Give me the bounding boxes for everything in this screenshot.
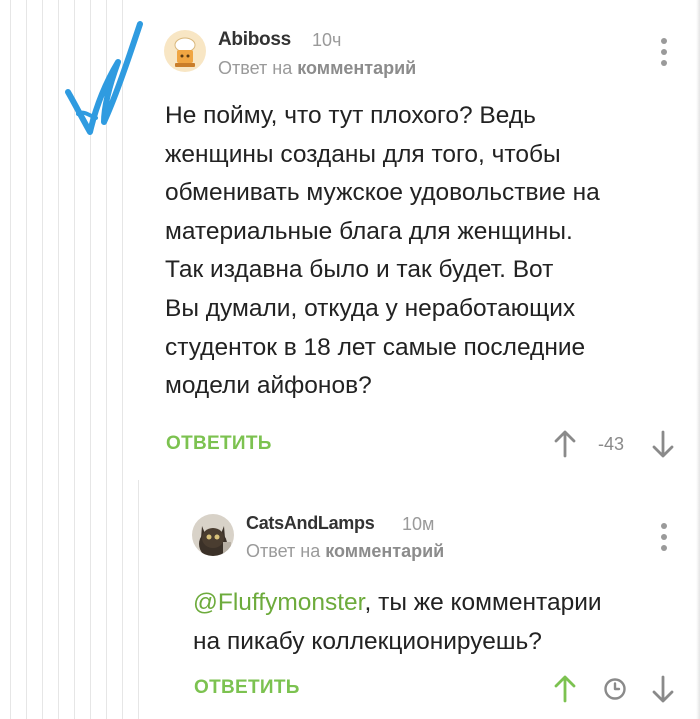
comment-line: материальные блага для женщины. (165, 217, 573, 245)
comment-text: , ты же комментарии (364, 589, 602, 616)
more-vertical-icon[interactable] (660, 523, 668, 551)
comment-line: Не пойму, что тут плохого? Ведь (165, 102, 536, 129)
comment-author[interactable]: CatsAndLamps (246, 513, 375, 534)
comment-reply: CatsAndLamps 10м Ответ на комментарий @F… (0, 480, 700, 719)
user-mention-link[interactable]: @Fluffymonster (193, 589, 364, 616)
comment-line: @Fluffymonster, ты же комментарии (193, 584, 602, 623)
reply-to-line[interactable]: Ответ на комментарий (218, 58, 416, 79)
reply-to-line[interactable]: Ответ на комментарий (246, 541, 444, 562)
arrow-up-icon[interactable] (553, 675, 577, 703)
more-vertical-icon[interactable] (660, 38, 668, 66)
arrow-up-icon[interactable] (553, 430, 577, 458)
comment-rating: -43 (598, 434, 625, 454)
comment-timestamp: 10м (402, 514, 435, 534)
comment-line: обменивать мужское удовольствие на (165, 179, 600, 207)
avatar[interactable] (192, 514, 234, 556)
comment-timestamp: 10ч (312, 30, 342, 50)
comment-line: модели айфонов? (165, 372, 372, 400)
reply-to-link[interactable]: комментарий (297, 58, 416, 78)
comment-line: Так издавна было и так будет. Вот (165, 256, 554, 284)
reply-button[interactable]: ОТВЕТИТЬ (194, 677, 300, 699)
comment-author[interactable]: Abiboss (218, 29, 291, 51)
reply-to-prefix: Ответ на (218, 58, 293, 78)
avatar[interactable] (164, 30, 206, 72)
reply-to-prefix: Ответ на (246, 541, 321, 561)
arrow-down-icon[interactable] (651, 675, 675, 703)
comment-body: Не пойму, что тут плохого? Ведь женщины … (165, 97, 600, 406)
arrow-down-icon[interactable] (651, 430, 675, 458)
comment-line: студенток в 18 лет самые последние (165, 333, 586, 361)
comment-line: Вы думали, откуда у неработающих (165, 294, 576, 322)
reply-to-link[interactable]: комментарий (325, 541, 444, 561)
comment: Abiboss 10ч Ответ на комментарий Не пойм… (0, 0, 700, 480)
clock-icon (604, 678, 626, 700)
reply-button[interactable]: ОТВЕТИТЬ (166, 433, 272, 455)
comment-line: женщины созданы для того, чтобы (165, 140, 561, 168)
comment-line: на пикабу коллекционируешь? (193, 627, 542, 655)
comment-body: @Fluffymonster, ты же комментарии на пик… (193, 584, 602, 661)
